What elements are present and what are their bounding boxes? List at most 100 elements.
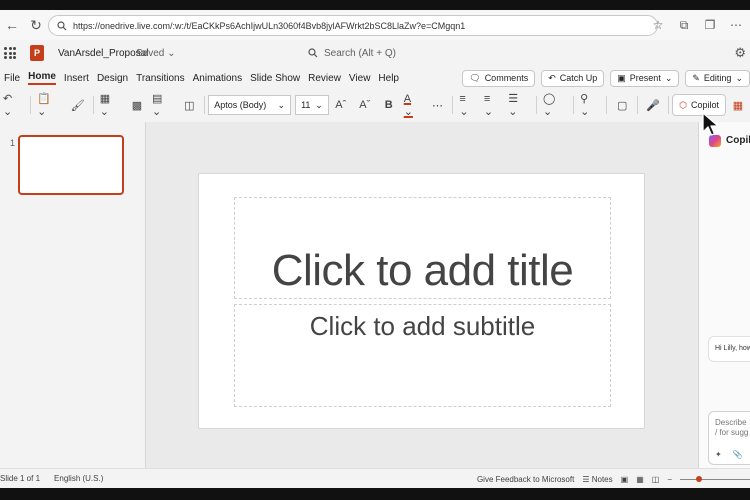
shrink-font-icon[interactable]: Aˇ [356,94,374,116]
toolbar-divider [452,96,454,114]
font-size-value: 11 [301,100,311,110]
status-bar: Slide 1 of 1 English (U.S.) Give Feedbac… [0,468,750,488]
chevron-down-icon: ⌄ [277,99,286,110]
catch-up-button[interactable]: ↶ Catch Up [541,69,605,87]
prompt-placeholder-line1: Describe [715,418,747,427]
mouse-cursor-icon [702,112,719,136]
catch-up-label: Catch Up [559,73,598,83]
home-toolbar: ↶ ⌄ 📋 ⌄ 🖌 ▦ ⌄ ▩ ▤ ⌄ ◫ Aptos (Body) ⌄ 11 ⌄ … [0,90,750,120]
copilot-pane-title: Copilot [726,135,750,146]
document-name[interactable]: VanArsdel_Proposal [58,48,148,59]
copilot-label: Copilot [690,100,719,110]
new-slide-icon[interactable]: ▦ ⌄ [100,93,122,118]
tab-transitions[interactable]: Transitions [136,73,185,84]
normal-view-icon[interactable]: ▣ [621,475,629,484]
feedback-link[interactable]: Give Feedback to Microsoft [477,475,574,484]
comments-button[interactable]: 🗨 Comments [462,69,536,87]
address-bar[interactable]: https://onedrive.live.com/:w:/t/EaCKkPs6… [48,15,658,36]
comment-icon: 🗨 [469,72,481,83]
slide-count: Slide 1 of 1 [0,474,41,483]
powerpoint-logo-icon: P [30,45,44,61]
extensions-icon[interactable]: ❐ [700,14,720,36]
tab-file[interactable]: File [4,73,20,84]
present-icon: ▣ [617,72,626,83]
subtitle-placeholder[interactable]: Click to add subtitle [234,304,611,407]
search-icon [57,20,67,30]
app-launcher-icon[interactable] [4,47,16,59]
tab-review[interactable]: Review [308,73,341,84]
notes-button[interactable]: ☰ Notes [582,475,612,484]
more-icon[interactable]: ⋯ [726,14,746,36]
search-icon [308,48,318,58]
tab-home[interactable]: Home [28,71,56,85]
prompt-placeholder-line2: / for sugg [715,428,749,437]
toolbar-divider [30,96,32,114]
copilot-icon: ⬡ [679,99,687,110]
slide-editor: Click to add title Click to add subtitle [147,122,697,468]
present-button[interactable]: ▣ Present ⌄ [610,69,680,87]
copilot-prompt-input[interactable]: Describe / for sugg ✦ 📎 [708,411,750,465]
image-icon[interactable]: ◫ [180,94,198,116]
font-color-icon[interactable]: A ⌄ [404,93,423,118]
workspace: 1 Click to add title Click to add subtit… [0,122,750,468]
tab-view[interactable]: View [349,73,371,84]
language-indicator[interactable]: English (U.S.) [54,474,103,483]
numbering-icon[interactable]: ≡ ⌄ [484,93,502,118]
reuse-slides-icon[interactable]: ▩ [128,94,146,116]
title-placeholder-text: Click to add title [271,246,574,295]
editing-label: Editing [703,73,732,83]
notes-icon: ☰ [582,474,590,484]
search-box[interactable]: Search (Alt + Q) [300,43,530,63]
toolbar-divider [637,96,639,114]
tab-design[interactable]: Design [97,73,128,84]
tab-slide-show[interactable]: Slide Show [250,73,300,84]
collections-icon[interactable]: ⧉ [674,14,694,36]
designer-icon[interactable]: ▢ [613,94,631,116]
slide-number: 1 [10,138,16,148]
font-name-select[interactable]: Aptos (Body) ⌄ [208,95,292,115]
toolbar-divider [606,96,608,114]
subtitle-placeholder-text: Click to add subtitle [309,311,536,341]
zoom-slider[interactable] [680,475,750,482]
settings-gear-icon[interactable]: ⚙ [734,45,746,61]
editing-mode-button[interactable]: ✎ Editing ⌄ [685,69,750,87]
title-placeholder[interactable]: Click to add title [234,197,611,299]
layout-icon[interactable]: ▤ ⌄ [152,93,174,118]
slide-canvas[interactable]: Click to add title Click to add subtitle [198,173,645,429]
slide-sorter-icon[interactable]: ▦ [636,475,644,484]
format-painter-icon[interactable]: 🖌 [69,94,87,116]
tab-animations[interactable]: Animations [193,73,242,84]
find-icon[interactable]: ⚲ ⌄ [580,93,600,118]
favorite-star-icon[interactable]: ☆ [648,14,668,36]
tab-insert[interactable]: Insert [64,73,89,84]
more-font-options-icon[interactable]: ⋯ [428,94,446,116]
font-size-select[interactable]: 11 ⌄ [295,95,329,115]
align-icon[interactable]: ☰ ⌄ [508,93,530,118]
copilot-pane: Copilot Hi Lilly, how Describe / for sug… [698,122,750,468]
app-header: P VanArsdel_Proposal Saved ⌄ Search (Alt… [0,41,750,67]
shapes-icon[interactable]: ◯ ⌄ [543,93,567,118]
toolbar-divider [535,96,537,114]
toolbar-divider [573,96,575,114]
save-status[interactable]: Saved ⌄ [136,48,176,59]
slide-thumbnail[interactable] [18,135,124,195]
add-ins-icon[interactable]: ▦ [729,94,747,116]
browser-toolbar: ← ↻ https://onedrive.live.com/:w:/t/EaCK… [0,10,750,40]
zoom-slider-thumb[interactable] [696,475,702,482]
zoom-out-icon[interactable]: − [667,475,672,484]
dictate-microphone-icon[interactable]: 🎤 [644,94,662,116]
undo-icon[interactable]: ↶ ⌄ [3,93,24,118]
attach-icon[interactable]: 📎 [733,450,743,459]
notes-label: Notes [591,474,613,484]
bold-icon[interactable]: B [380,94,398,116]
back-arrow-icon[interactable]: ← [0,13,24,37]
paste-icon[interactable]: 📋 ⌄ [37,93,63,118]
sparkle-icon[interactable]: ✦ [715,450,722,459]
grow-font-icon[interactable]: Aˆ [332,94,350,116]
bullets-icon[interactable]: ≡ ⌄ [459,93,477,118]
chevron-down-icon: ⌄ [315,99,323,110]
refresh-icon[interactable]: ↻ [24,13,48,37]
reading-view-icon[interactable]: ◫ [652,475,660,484]
save-status-label: Saved [136,48,165,59]
tab-help[interactable]: Help [378,73,399,84]
